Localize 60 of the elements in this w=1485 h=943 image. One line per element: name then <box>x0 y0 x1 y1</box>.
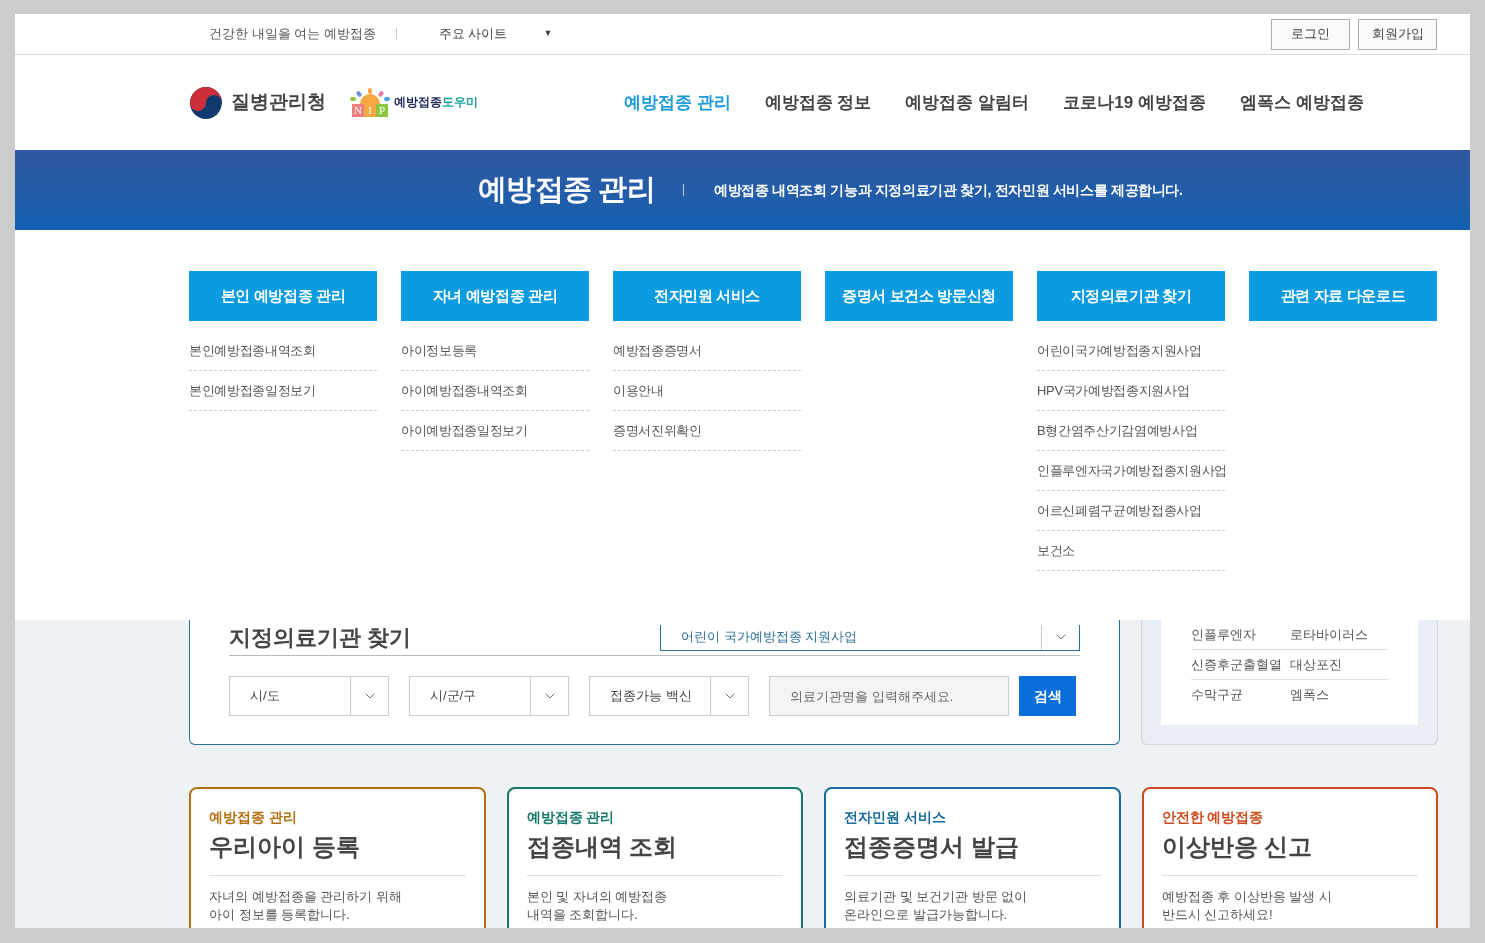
submenu-link[interactable]: 본인예방접종일정보기 <box>189 371 377 411</box>
submenu-link[interactable]: 이용안내 <box>613 371 801 411</box>
card-title: 우리아이 등록 <box>209 831 466 876</box>
card-category: 예방접종 관리 <box>209 808 298 827</box>
search-button[interactable]: 검색 <box>1019 676 1076 716</box>
filter-select[interactable]: 시/도 <box>229 676 389 716</box>
sun-icon <box>350 88 390 104</box>
service-card[interactable]: 전자민원 서비스 접종증명서 발급 의료기관 및 보건기관 방문 없이 온라인으로 발급가능합니다. <box>824 787 1121 928</box>
nav-link[interactable]: 코로나19 예방접종 <box>1063 89 1206 116</box>
submenu-link[interactable]: HPV국가예방접종지원사업 <box>1037 371 1225 411</box>
service-card[interactable]: 예방접종 관리 우리아이 등록 자녀의 예방접종을 관리하기 위해 아이 정보를 등록합니다. <box>189 787 486 928</box>
card-description: 자녀의 예방접종을 관리하기 위해 아이 정보를 등록합니다. <box>209 888 403 924</box>
disease-link[interactable]: 대상포진 <box>1289 654 1388 675</box>
logo-letter: N <box>352 104 364 117</box>
nav-link[interactable]: 예방접종 정보 <box>764 89 872 116</box>
card-description: 본인 및 자녀의 예방접종 내역을 조회합니다. <box>526 888 669 924</box>
banner-title: 예방접종 관리 <box>478 172 655 208</box>
submenu-link[interactable]: 아이정보등록 <box>401 331 589 371</box>
submenu-link[interactable]: 아이예방접종내역조회 <box>401 371 589 411</box>
card-title: 이상반응 신고 <box>1161 831 1418 876</box>
disease-link[interactable]: 로타바이러스 <box>1289 624 1388 645</box>
card-description: 예방접종 후 이상반응 발생 시 반드시 신고하세요! <box>1161 888 1333 924</box>
nav-link[interactable]: 엠폭스 예방접종 <box>1239 89 1364 116</box>
card-category: 예방접종 관리 <box>526 808 616 827</box>
submenu-link[interactable]: 본인예방접종내역조회 <box>189 331 377 371</box>
card-title: 접종내역 조회 <box>526 831 783 876</box>
login-button[interactable]: 로그인 <box>1271 18 1350 50</box>
submenu-link[interactable]: B형간염주산기감염예방사업 <box>1037 411 1225 451</box>
site-select[interactable]: 주요 사이트 ▼ <box>438 24 553 44</box>
card-category: 전자민원 서비스 <box>844 808 947 827</box>
service-card[interactable]: 예방접종 관리 접종내역 조회 본인 및 자녀의 예방접종 내역을 조회합니다. <box>506 787 803 928</box>
slogan: 건강한 내일을 여는 예방접종 <box>209 25 376 44</box>
disease-link[interactable]: 신증후군출혈열 <box>1191 654 1290 675</box>
submenu-link[interactable]: 인플루엔자국가예방접종지원사업 <box>1037 451 1225 491</box>
submenu-link[interactable]: 보건소 <box>1037 531 1225 571</box>
filter-select[interactable]: 접종가능 백신 <box>589 676 749 716</box>
service-card[interactable]: 안전한 예방접종 이상반응 신고 예방접종 후 이상반응 발생 시 반드시 신고하세요! <box>1141 787 1438 928</box>
program-select[interactable]: 어린이 국가예방접종 지원사업 <box>660 624 1080 651</box>
agency-name: 질병관리청 <box>231 90 326 115</box>
submenu-link[interactable]: 어르신폐렴구균예방접종사업 <box>1037 491 1225 531</box>
submenu-link[interactable]: 아이예방접종일정보기 <box>401 411 589 451</box>
nav-link[interactable]: 예방접종 알림터 <box>905 89 1030 116</box>
card-title: 접종증명서 발급 <box>844 831 1101 876</box>
card-category: 안전한 예방접종 <box>1161 808 1265 827</box>
banner-description: 예방접종 내역조회 기능과 지정의료기관 찾기, 전자민원 서비스를 제공합니다. <box>714 180 1183 200</box>
disease-link[interactable]: 수막구균 <box>1191 685 1290 705</box>
site-name: 예방접종도우미 <box>394 94 478 111</box>
taegeuk-logo-icon <box>189 85 223 120</box>
logo-letter: P <box>376 104 388 117</box>
submenu-link[interactable]: 예방접종증명서 <box>613 331 801 371</box>
submenu-link[interactable]: 어린이국가예방접종지원사업 <box>1037 331 1225 371</box>
card-description: 의료기관 및 보건기관 방문 없이 온라인으로 발급가능합니다. <box>844 888 1029 924</box>
signup-button[interactable]: 회원가입 <box>1358 18 1437 50</box>
disease-link[interactable]: 엠폭스 <box>1289 685 1388 705</box>
submenu-link[interactable]: 증명서진위확인 <box>613 411 801 451</box>
section-title: 지정의료기관 찾기 <box>229 624 412 652</box>
disease-link[interactable]: 인플루엔자 <box>1191 624 1290 645</box>
filter-select[interactable]: 시/군/구 <box>409 676 569 716</box>
logo-letter: I <box>364 104 376 117</box>
search-field[interactable]: 의료기관명을 입력해주세요. <box>769 676 1009 716</box>
